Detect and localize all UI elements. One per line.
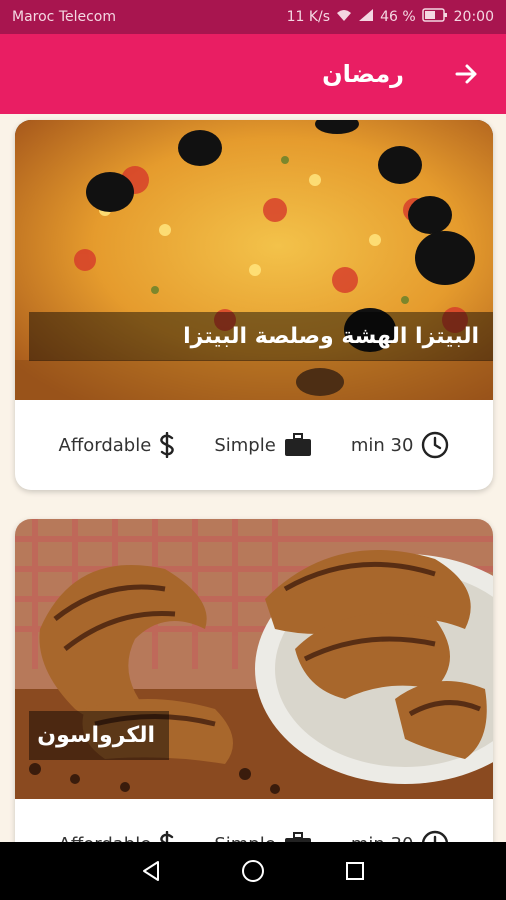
- system-nav-bar: [0, 842, 506, 900]
- card-title-box: الكرواسون: [29, 711, 169, 760]
- recipe-card-croissant[interactable]: الكرواسون Affordable Simple min 30: [15, 519, 493, 842]
- clock-icon: [421, 431, 449, 459]
- carrier-name: Maroc Telecom: [12, 9, 117, 25]
- affordability: Affordable: [59, 831, 176, 842]
- briefcase-icon: [284, 433, 312, 457]
- page-title: رمضان: [322, 60, 404, 88]
- clock: 20:00: [453, 9, 494, 25]
- affordability: Affordable: [59, 432, 176, 458]
- complexity-label: Simple: [214, 434, 276, 456]
- battery-level: 46 %: [380, 9, 416, 25]
- app-bar: رمضان: [0, 34, 506, 114]
- signal-icon: [358, 8, 374, 26]
- affordability-label: Affordable: [58, 434, 152, 456]
- recents-square-icon[interactable]: [335, 851, 375, 891]
- network-speed: 11 K/s: [286, 9, 331, 25]
- home-circle-icon[interactable]: [233, 851, 273, 891]
- affordability-label: Affordable: [59, 834, 152, 843]
- arrow-right-icon[interactable]: [452, 59, 482, 89]
- recipe-meta: Affordable Simple min 30: [15, 799, 493, 842]
- complexity: Simple: [214, 433, 311, 457]
- status-bar: Maroc Telecom 11 K/s 46 % 20:00: [0, 0, 506, 34]
- recipe-list: البيتزا الهشة وصلصة البيتزا Affordable S…: [0, 114, 506, 842]
- clock-icon: [421, 830, 449, 842]
- recipe-title: البيتزا الهشة وصلصة البيتزا: [183, 324, 479, 349]
- dollar-icon: [159, 831, 175, 842]
- recipe-meta: Affordable Simple min 30: [15, 400, 493, 490]
- complexity-label: Simple: [214, 834, 275, 843]
- duration: min 30: [351, 431, 450, 459]
- recipe-card-pizza[interactable]: البيتزا الهشة وصلصة البيتزا Affordable S…: [15, 120, 493, 490]
- wifi-icon: [336, 8, 352, 26]
- battery-icon: [421, 8, 448, 26]
- card-title-box: البيتزا الهشة وصلصة البيتزا: [29, 312, 493, 361]
- briefcase-icon: [284, 832, 312, 842]
- recipe-title: الكرواسون: [37, 723, 155, 748]
- complexity: Simple: [214, 832, 311, 842]
- duration-label: min 30: [351, 834, 414, 843]
- back-triangle-icon[interactable]: [131, 851, 171, 891]
- duration: min 30: [351, 830, 450, 842]
- dollar-icon: [159, 432, 175, 458]
- duration-label: min 30: [350, 434, 414, 456]
